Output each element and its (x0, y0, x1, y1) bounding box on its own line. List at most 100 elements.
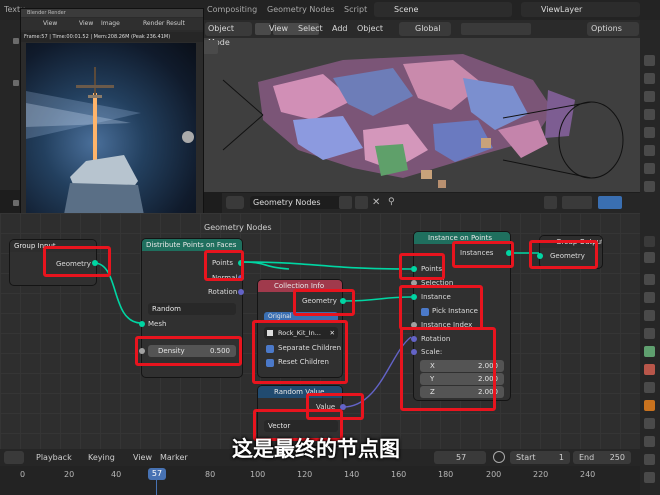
render-menu-image[interactable]: Image (101, 18, 120, 30)
parent-node-tree-icon[interactable] (544, 196, 557, 209)
menu-add[interactable]: Add (332, 22, 348, 36)
options-button[interactable]: Options (587, 22, 639, 36)
3d-viewport[interactable]: Object Mode View Select Add Object Globa… (203, 20, 640, 192)
tool-icon[interactable] (13, 80, 19, 86)
ruler-label: 40 (111, 470, 122, 479)
ruler-label: 240 (580, 470, 596, 479)
shader-properties-icon[interactable] (644, 418, 655, 429)
duplicate-icon[interactable] (355, 196, 368, 209)
highlight-box (399, 253, 445, 280)
world-properties-icon[interactable] (644, 145, 655, 156)
render-window[interactable]: Blender Render View View Image Render Re… (20, 8, 204, 228)
view-layer-selector[interactable]: ViewLayer (521, 2, 640, 17)
tab-compositing[interactable]: Compositing (203, 3, 261, 17)
extra-properties-icon[interactable] (644, 454, 655, 465)
sidebar-tab-icon[interactable] (644, 236, 655, 247)
mode-selector[interactable]: Object Mode (205, 22, 252, 47)
highlight-box (400, 327, 496, 411)
data-properties-icon[interactable] (644, 346, 655, 357)
render-result-image (26, 43, 196, 225)
end-frame-label: End (579, 453, 595, 462)
highlight-box (399, 285, 483, 330)
menu-view[interactable]: View (269, 22, 288, 36)
select-tool-icon[interactable] (203, 40, 218, 54)
highlight-box (135, 336, 242, 366)
scene-name: Scene (394, 5, 419, 14)
distribute-mesh-label: Mesh (148, 320, 167, 328)
current-frame-value: 57 (456, 453, 467, 462)
sword-render (26, 67, 194, 225)
ruler-label: 100 (250, 470, 266, 479)
texture-properties-icon[interactable] (644, 382, 655, 393)
tool-icon[interactable] (13, 200, 19, 206)
node-editor-header: Geometry Nodes ✕ ⚲ (222, 193, 640, 213)
node-tree-name: Geometry Nodes (253, 198, 321, 207)
ruler-label: 140 (344, 470, 360, 479)
render-window-titlebar[interactable]: Blender Render (21, 9, 203, 17)
extra-properties-icon[interactable] (644, 436, 655, 447)
physics-properties-icon[interactable] (644, 310, 655, 321)
tool-icon[interactable] (13, 38, 19, 44)
render-info: Frame:57 | Time:00:01.52 | Mem:208.26M (… (21, 32, 203, 42)
render-slot[interactable]: Render Result (143, 18, 185, 30)
ruler-label: 80 (205, 470, 216, 479)
highlight-box (43, 246, 111, 277)
view-layer-properties-icon[interactable] (644, 109, 655, 120)
overlays-toggle-icon[interactable] (598, 196, 622, 209)
start-frame-field[interactable]: Start 1 (510, 451, 570, 464)
render-menu-view[interactable]: View (43, 18, 57, 30)
end-frame-value: 250 (609, 453, 625, 462)
distribute-mesh-socket[interactable] (139, 321, 145, 327)
playhead[interactable]: 57 (148, 468, 166, 480)
snapping-toggle-icon[interactable] (562, 196, 592, 209)
output-properties-icon[interactable] (644, 91, 655, 102)
wrench-icon[interactable] (644, 400, 655, 411)
scene-selector[interactable]: Scene (374, 2, 512, 17)
modifier-properties-icon[interactable] (644, 274, 655, 285)
properties-tab-strip (640, 20, 660, 495)
menu-view[interactable]: View (133, 453, 152, 462)
snapping-icons[interactable] (461, 23, 531, 35)
render-properties-icon[interactable] (644, 73, 655, 84)
distribute-rotation-socket[interactable] (238, 289, 244, 295)
editor-type-icon[interactable] (4, 451, 24, 464)
particles-properties-icon[interactable] (644, 292, 655, 303)
ruler-label: 220 (533, 470, 549, 479)
transform-orientation[interactable]: Global (399, 22, 451, 36)
rock-scene (203, 20, 640, 192)
start-frame-value: 1 (558, 453, 564, 462)
ruler-label: 120 (297, 470, 313, 479)
extra-properties-icon[interactable] (644, 472, 655, 483)
menu-keying[interactable]: Keying (88, 453, 115, 462)
editor-type-icon[interactable] (226, 196, 244, 209)
close-icon[interactable]: ✕ (372, 196, 384, 209)
node-tree-name-field[interactable]: Geometry Nodes (250, 196, 343, 209)
ruler-label: 180 (438, 470, 454, 479)
render-menu-view-2[interactable]: View (79, 18, 93, 30)
material-properties-icon[interactable] (644, 364, 655, 375)
menu-marker[interactable]: Marker (160, 453, 188, 462)
clock-icon[interactable] (493, 451, 505, 463)
tool-properties-icon[interactable] (644, 55, 655, 66)
menu-object[interactable]: Object (357, 22, 383, 36)
ruler-label: 160 (391, 470, 407, 479)
node-editor-canvas[interactable]: Geometry Nodes Group Input Geometry Dist… (0, 213, 640, 449)
menu-select[interactable]: Select (298, 22, 323, 36)
constraints-properties-icon[interactable] (644, 328, 655, 339)
tab-geometry-nodes[interactable]: Geometry Nodes (263, 3, 338, 17)
menu-playback[interactable]: Playback (36, 453, 72, 462)
scene-properties-icon[interactable] (644, 127, 655, 138)
pin-icon[interactable]: ⚲ (388, 196, 401, 209)
highlight-box (529, 240, 598, 269)
collection-properties-icon[interactable] (644, 163, 655, 174)
viewport-header: Object Mode View Select Add Object Globa… (203, 20, 640, 47)
node-tab-icon[interactable] (644, 252, 655, 263)
highlight-box (452, 241, 514, 268)
render-window-menu: View View Image Render Result (21, 18, 203, 30)
object-properties-icon[interactable] (644, 181, 655, 192)
fake-user-shield-icon[interactable] (339, 196, 352, 209)
tab-scripting[interactable]: Script (340, 3, 371, 17)
playhead-line (156, 480, 157, 495)
end-frame-field[interactable]: End 250 (573, 451, 631, 464)
distribute-mode-dropdown[interactable]: Random (148, 303, 236, 315)
